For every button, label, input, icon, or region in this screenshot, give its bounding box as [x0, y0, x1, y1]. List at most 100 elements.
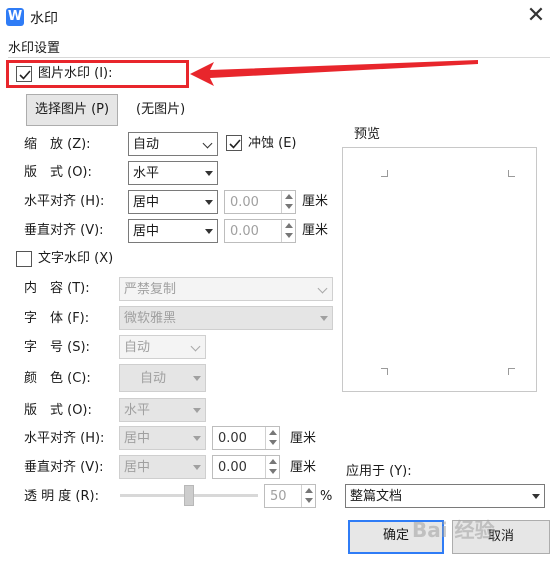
close-button[interactable]: ✕ [522, 4, 550, 30]
size-value: 自动 [124, 340, 151, 355]
picture-layout-value: 水平 [133, 166, 160, 181]
unit-label: 厘米 [302, 194, 329, 209]
annotation-arrow-icon [190, 60, 478, 86]
spin-up-icon[interactable] [269, 430, 277, 435]
text-valign-select[interactable]: 居中 [119, 455, 206, 479]
transparency-value: 50 [270, 489, 287, 504]
font-label: 字 体 (F): [24, 311, 90, 326]
dropdown-arrow-icon [320, 316, 328, 321]
dropdown-arrow-icon [205, 229, 213, 234]
wps-app-icon: W [6, 8, 24, 26]
choose-picture-button[interactable]: 选择图片 (P) [26, 94, 118, 126]
size-label: 字 号 (S): [24, 340, 90, 355]
spin-down-icon[interactable] [305, 498, 313, 503]
percent-sign: % [320, 489, 333, 504]
zoom-select[interactable]: 自动 [128, 132, 218, 156]
spin-down-icon[interactable] [269, 469, 277, 474]
transparency-slider-thumb[interactable] [184, 485, 194, 506]
size-combobox[interactable]: 自动 [119, 335, 206, 359]
text-halign-label: 水平对齐 (H): [24, 431, 105, 446]
annotation-highlight-box [6, 60, 189, 88]
spin-up-icon[interactable] [269, 459, 277, 464]
content-label: 内 容 (T): [24, 281, 90, 296]
picture-halign-select[interactable]: 居中 [128, 190, 218, 214]
spin-down-icon[interactable] [269, 440, 277, 445]
group-title: 水印设置 [8, 41, 61, 56]
unit-label: 厘米 [290, 431, 317, 446]
dropdown-arrow-icon [532, 494, 540, 499]
no-image-text: (无图片) [136, 102, 186, 117]
apply-to-value: 整篇文档 [350, 489, 403, 504]
spinner-buttons[interactable] [281, 191, 295, 213]
transparency-label: 透 明 度 (R): [24, 489, 99, 504]
content-value: 严禁复制 [124, 282, 177, 297]
picture-halign-label: 水平对齐 (H): [24, 194, 105, 209]
dropdown-arrow-icon [205, 200, 213, 205]
spin-up-icon[interactable] [305, 488, 313, 493]
font-select[interactable]: 微软雅黑 [119, 306, 333, 330]
dropdown-arrow-icon [193, 408, 201, 413]
picture-valign-offset-spinner[interactable]: 0.00 [224, 219, 296, 243]
text-layout-select[interactable]: 水平 [119, 398, 206, 422]
margin-corner-mark [381, 170, 388, 177]
margin-corner-mark [508, 368, 515, 375]
washout-label: 冲蚀 (E) [248, 136, 297, 151]
picture-layout-select[interactable]: 水平 [128, 161, 218, 185]
content-combobox[interactable]: 严禁复制 [119, 277, 333, 301]
spinner-buttons[interactable] [265, 456, 279, 478]
margin-corner-mark [508, 170, 515, 177]
text-halign-select[interactable]: 居中 [119, 426, 206, 450]
spinner-buttons[interactable] [265, 427, 279, 449]
picture-valign-offset-value: 0.00 [230, 224, 259, 239]
text-layout-value: 水平 [124, 403, 151, 418]
picture-valign-label: 垂直对齐 (V): [24, 223, 104, 238]
chevron-down-icon [202, 138, 213, 149]
transparency-spinner[interactable]: 50 [264, 484, 316, 508]
dropdown-arrow-icon [193, 436, 201, 441]
checkmark-icon [229, 139, 241, 149]
dialog-title: 水印 [30, 11, 58, 27]
picture-valign-value: 居中 [133, 224, 160, 239]
spinner-buttons[interactable] [301, 485, 315, 507]
washout-checkbox[interactable] [226, 135, 242, 151]
text-halign-value: 居中 [124, 431, 151, 446]
zoom-value: 自动 [133, 137, 160, 152]
chevron-down-icon [190, 341, 201, 352]
spin-up-icon[interactable] [285, 194, 293, 199]
text-valign-value: 居中 [124, 460, 151, 475]
picture-halign-offset-value: 0.00 [230, 195, 259, 210]
color-value: 自动 [140, 371, 167, 386]
spin-down-icon[interactable] [285, 233, 293, 238]
preview-label: 预览 [354, 127, 381, 142]
spin-down-icon[interactable] [285, 204, 293, 209]
text-layout-label: 版 式 (O): [24, 403, 92, 418]
dropdown-arrow-icon [193, 376, 201, 381]
color-select[interactable]: 自动 [119, 364, 206, 392]
spinner-buttons[interactable] [281, 220, 295, 242]
picture-layout-label: 版 式 (O): [24, 165, 92, 180]
text-valign-label: 垂直对齐 (V): [24, 460, 104, 475]
apply-to-select[interactable]: 整篇文档 [345, 484, 545, 508]
text-halign-offset-spinner[interactable]: 0.00 [212, 426, 280, 450]
preview-pane [342, 147, 537, 392]
spin-up-icon[interactable] [285, 223, 293, 228]
font-value: 微软雅黑 [124, 311, 177, 326]
baidu-jingyan-watermark: Bai 经验 [412, 518, 495, 542]
text-halign-offset-value: 0.00 [218, 431, 247, 446]
picture-halign-offset-spinner[interactable]: 0.00 [224, 190, 296, 214]
dropdown-arrow-icon [193, 465, 201, 470]
picture-halign-value: 居中 [133, 195, 160, 210]
zoom-label: 缩 放 (Z): [24, 137, 91, 152]
text-valign-offset-value: 0.00 [218, 460, 247, 475]
margin-corner-mark [381, 368, 388, 375]
apply-to-label: 应用于 (Y): [346, 464, 412, 479]
text-watermark-label: 文字水印 (X) [38, 251, 114, 266]
picture-valign-select[interactable]: 居中 [128, 219, 218, 243]
color-label: 颜 色 (C): [24, 371, 91, 386]
unit-label: 厘米 [302, 223, 329, 238]
text-valign-offset-spinner[interactable]: 0.00 [212, 455, 280, 479]
text-watermark-checkbox[interactable] [16, 251, 32, 267]
dropdown-arrow-icon [205, 171, 213, 176]
chevron-down-icon [317, 283, 328, 294]
unit-label: 厘米 [290, 460, 317, 475]
